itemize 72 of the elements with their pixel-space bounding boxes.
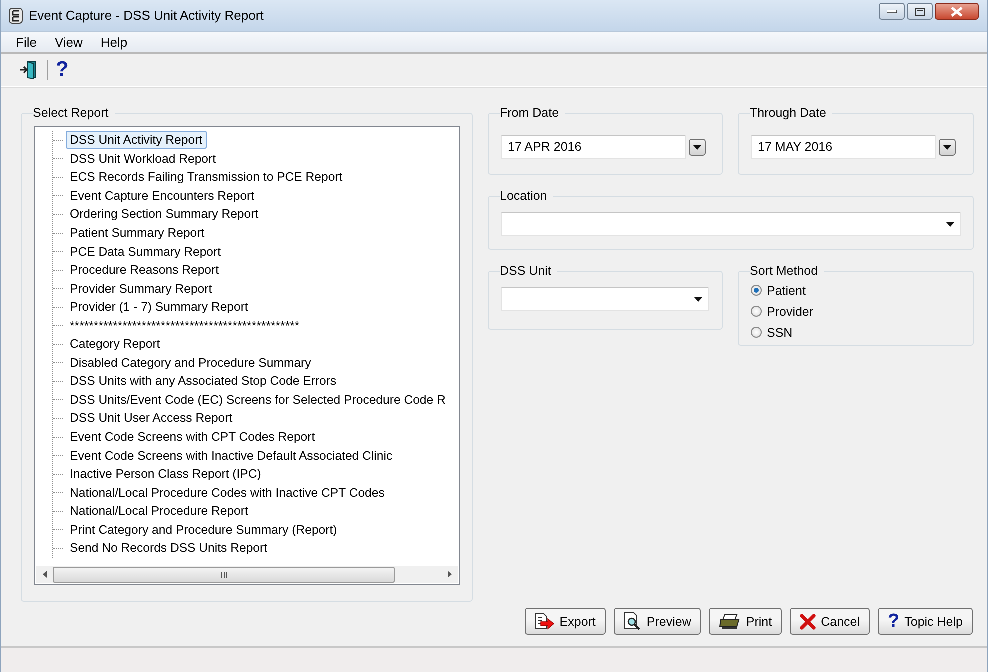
report-tree-item[interactable]: National/Local Procedure Codes with Inactive CPT Codes bbox=[66, 484, 389, 502]
report-tree-item[interactable]: Event Code Screens with CPT Codes Report bbox=[66, 428, 320, 446]
menu-item[interactable]: File bbox=[7, 34, 46, 50]
date-picker-button[interactable] bbox=[689, 138, 706, 156]
group-label: Sort Method bbox=[750, 264, 820, 278]
scroll-grip-icon bbox=[220, 572, 228, 578]
help-icon: ? bbox=[888, 612, 900, 630]
date-field[interactable]: 17 MAY 2016 bbox=[751, 135, 936, 159]
report-tree-item[interactable]: Event Capture Encounters Report bbox=[66, 186, 259, 205]
report-tree-item[interactable]: DSS Unit User Access Report bbox=[66, 409, 237, 428]
radio-button[interactable] bbox=[751, 285, 762, 296]
dropdown-caret-icon bbox=[943, 144, 952, 150]
group-label: DSS Unit bbox=[500, 264, 552, 278]
report-tree-item[interactable]: ************************************************ bbox=[66, 316, 304, 335]
report-tree-item[interactable]: Ordering Section Summary Report bbox=[66, 205, 263, 224]
date-field[interactable]: 17 APR 2016 bbox=[501, 135, 686, 159]
radio-label[interactable]: Patient bbox=[767, 284, 806, 298]
report-tree-item[interactable]: Provider Summary Report bbox=[66, 280, 216, 298]
dropdown-caret-icon bbox=[946, 222, 955, 226]
window-title: Event Capture - DSS Unit Activity Report bbox=[29, 8, 265, 23]
report-tree-item[interactable]: DSS Units/Event Code (EC) Screens for Selected Procedure Code R bbox=[66, 390, 450, 409]
help-button[interactable]: ? Topic Help bbox=[878, 608, 973, 635]
exit-door-icon[interactable] bbox=[19, 60, 39, 80]
dropdown-field[interactable] bbox=[501, 212, 961, 236]
document-magnifier-icon bbox=[624, 612, 642, 631]
group-label: Location bbox=[500, 189, 548, 203]
group-label: From Date bbox=[500, 106, 560, 120]
report-tree-item[interactable]: DSS Units with any Associated Stop Code Errors bbox=[66, 372, 341, 390]
export-icon bbox=[534, 612, 555, 630]
horizontal-scrollbar[interactable] bbox=[36, 566, 458, 583]
report-tree-item[interactable]: Event Code Screens with Inactive Default Associated Clinic bbox=[66, 446, 397, 465]
cancel-button[interactable]: Cancel bbox=[790, 608, 870, 635]
report-tree-item[interactable]: Provider (1 - 7) Summary Report bbox=[66, 298, 252, 316]
print-button[interactable]: Print bbox=[709, 608, 782, 635]
report-tree-item[interactable]: Print Category and Procedure Summary (Report) bbox=[66, 520, 342, 539]
report-tree-item[interactable]: Patient Summary Report bbox=[66, 224, 209, 242]
menu-item[interactable]: Help bbox=[92, 34, 137, 50]
report-tree-item[interactable]: PCE Data Summary Report bbox=[66, 242, 226, 261]
dropdown-caret-icon bbox=[694, 296, 703, 302]
cancel-x-icon bbox=[800, 614, 816, 630]
dropdown-field[interactable] bbox=[501, 287, 709, 311]
close-button[interactable] bbox=[935, 3, 979, 20]
report-tree-item[interactable]: Disabled Category and Procedure Summary bbox=[66, 354, 316, 372]
radio-button[interactable] bbox=[751, 327, 762, 338]
scroll-left-arrow-icon[interactable] bbox=[42, 571, 46, 578]
report-tree-item[interactable]: Send No Records DSS Units Report bbox=[66, 539, 272, 558]
group-label: Through Date bbox=[750, 106, 828, 120]
printer-icon bbox=[719, 614, 742, 630]
close-icon bbox=[951, 6, 963, 16]
menu-item[interactable]: View bbox=[46, 34, 92, 50]
preview-button[interactable]: Preview bbox=[614, 608, 702, 635]
radio-label[interactable]: Provider bbox=[767, 304, 814, 318]
minimize-button[interactable] bbox=[879, 3, 905, 20]
report-tree-item[interactable]: ECS Records Failing Transmission to PCE Report bbox=[66, 168, 347, 186]
radio-label[interactable]: SSN bbox=[767, 326, 793, 340]
report-tree-item[interactable]: DSS Unit Activity Report bbox=[66, 131, 207, 150]
report-tree-item[interactable]: Procedure Reasons Report bbox=[66, 261, 224, 280]
maximize-icon bbox=[915, 8, 925, 16]
date-picker-button[interactable] bbox=[939, 138, 956, 156]
dropdown-caret-icon bbox=[693, 144, 702, 150]
app-icon bbox=[9, 8, 23, 24]
report-tree-item[interactable]: Category Report bbox=[66, 335, 164, 354]
report-tree-item[interactable]: National/Local Procedure Report bbox=[66, 502, 252, 520]
scroll-right-arrow-icon[interactable] bbox=[448, 571, 452, 578]
report-tree-item[interactable]: Inactive Person Class Report (IPC) bbox=[66, 465, 266, 484]
radio-button[interactable] bbox=[751, 306, 762, 317]
maximize-button[interactable] bbox=[907, 3, 933, 20]
help-icon[interactable]: ? bbox=[56, 60, 69, 80]
export-button[interactable]: Export bbox=[524, 608, 606, 635]
minimize-icon bbox=[887, 10, 897, 14]
report-tree-item[interactable]: DSS Unit Workload Report bbox=[66, 150, 220, 168]
group-label: Select Report bbox=[33, 106, 110, 120]
